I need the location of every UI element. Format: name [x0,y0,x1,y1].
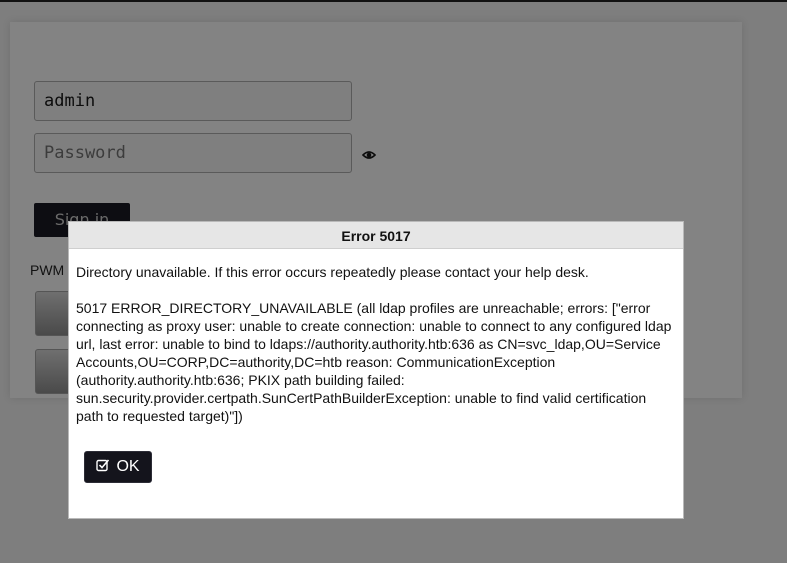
error-details: 5017 ERROR_DIRECTORY_UNAVAILABLE (all ld… [76,300,672,424]
dialog-title: Error 5017 [69,222,683,249]
password-input[interactable] [34,133,352,173]
show-password-eye-icon[interactable] [361,148,377,160]
error-message: Directory unavailable. If this error occ… [76,264,589,280]
username-input[interactable] [34,81,352,121]
dialog-body: Directory unavailable. If this error occ… [69,249,683,425]
top-border [0,0,787,2]
pwm-label: PWM [30,262,65,278]
checkbox-check-icon [96,458,110,477]
error-dialog: Error 5017 Directory unavailable. If thi… [68,221,684,519]
ok-button-label: OK [116,458,140,475]
ok-button[interactable]: OK [84,451,152,483]
